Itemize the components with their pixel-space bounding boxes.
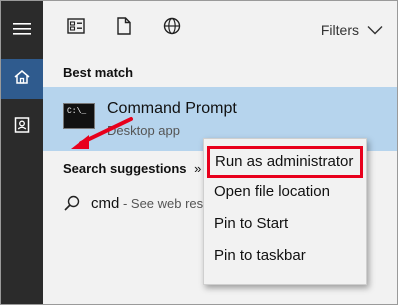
open-file-location-item[interactable]: Open file location [204,177,366,207]
filters-dropdown[interactable]: Filters [321,22,383,38]
hamburger-menu-button[interactable] [1,11,43,51]
documents-filter-button[interactable] [115,16,133,40]
web-filter-button[interactable] [163,17,181,40]
contact-card-icon [13,116,31,139]
contact-card-button[interactable] [1,107,43,147]
suggestion-hint: - See web res [119,196,204,211]
suggestion-query: cmd [91,195,120,212]
filter-toolbar: Filters [43,1,397,53]
suggestion-text: cmd - See web res [91,195,203,212]
suggestions-heading-text: Search suggestions [63,161,187,176]
best-match-heading: Best match [63,65,134,80]
annotation-arrow-icon [71,117,133,149]
home-button[interactable] [1,59,43,99]
context-menu: Run as administrator Open file location … [203,138,367,285]
search-icon [63,194,81,212]
home-icon [13,68,31,91]
hamburger-menu-icon [13,22,31,41]
document-icon [117,16,131,40]
globe-icon [163,17,181,40]
pin-to-taskbar-item[interactable]: Pin to taskbar [204,241,366,271]
filters-label: Filters [320,22,359,38]
search-window: Filters Best match C:\_ Command Prompt D… [0,0,398,305]
pin-to-start-item[interactable]: Pin to Start [204,209,366,239]
run-as-administrator-item[interactable]: Run as administrator [207,146,363,178]
search-suggestions-heading: Search suggestions » [63,161,201,176]
chevron-down-icon [367,22,383,38]
left-rail [1,1,43,304]
apps-filter-button[interactable] [67,17,85,39]
suggestions-heading-chevron: » [194,161,202,176]
apps-icon [67,17,85,39]
